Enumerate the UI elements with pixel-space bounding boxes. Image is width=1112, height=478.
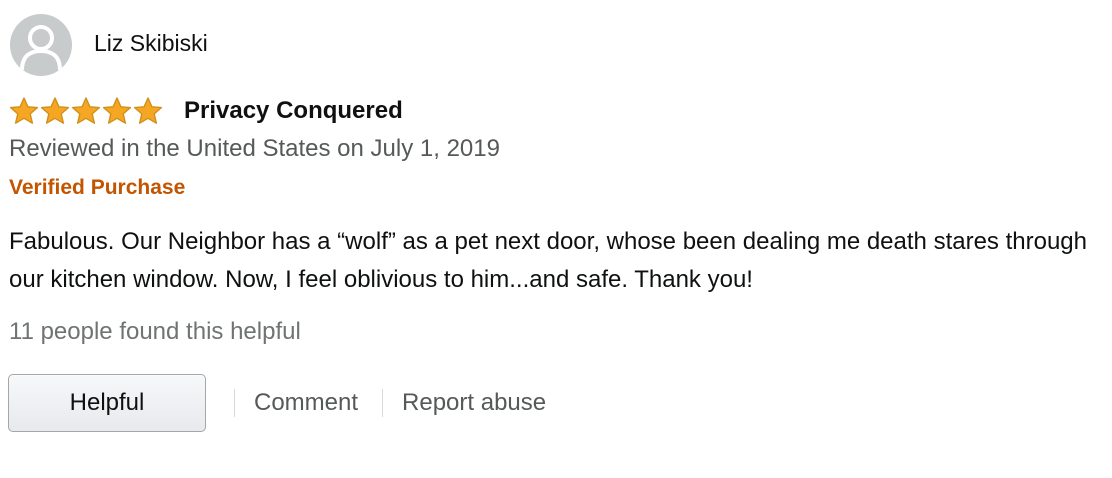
divider: [382, 389, 384, 417]
star-icon: [71, 97, 101, 124]
star-icon: [40, 97, 70, 124]
avatar[interactable]: [10, 14, 72, 76]
star-icon: [9, 97, 39, 124]
review-body: Fabulous. Our Neighbor has a “wolf” as a…: [9, 228, 1087, 293]
reviewer-name[interactable]: Liz Skibiski: [94, 30, 208, 57]
reviewer-profile[interactable]: Liz Skibiski: [10, 14, 208, 76]
divider: [234, 389, 235, 417]
star-rating[interactable]: [9, 96, 164, 126]
report-abuse-link[interactable]: Report abuse: [402, 389, 546, 417]
review-date: Reviewed in the United States on July 1,…: [9, 135, 500, 162]
review-title[interactable]: Privacy Conquered: [184, 97, 403, 125]
star-icon: [133, 97, 163, 124]
helpful-button[interactable]: Helpful: [8, 374, 206, 432]
rating-row: Privacy Conquered: [9, 96, 403, 126]
helpful-count: 11 people found this helpful: [9, 318, 301, 345]
review-actions: Helpful Comment Report abuse: [8, 373, 546, 433]
default-profile-icon: [20, 25, 62, 71]
review-card: Liz Skibiski Privacy Conquered Reviewed …: [0, 0, 1112, 478]
comment-link[interactable]: Comment: [254, 389, 358, 417]
verified-purchase-badge: Verified Purchase: [9, 176, 186, 199]
star-icon: [102, 97, 132, 124]
